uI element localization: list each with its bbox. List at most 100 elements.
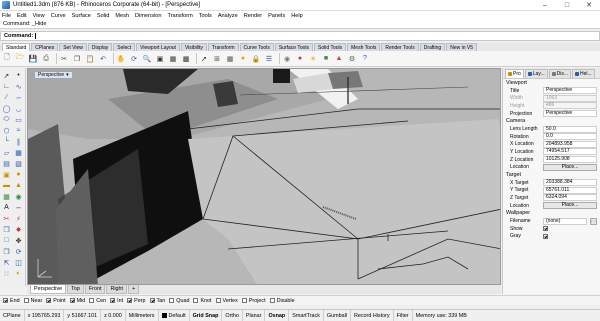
osnap-toggle[interactable]: Osnap: [265, 309, 290, 321]
sweep-icon[interactable]: ▧: [13, 158, 24, 169]
interpolate-curve-icon[interactable]: ∽: [13, 92, 24, 103]
wallpaper-show-checkbox[interactable]: [543, 226, 548, 232]
extrude-solid-icon[interactable]: ▲: [13, 180, 24, 191]
osnap-checkbox[interactable]: [23, 298, 29, 303]
freeform-curve-icon[interactable]: ≈: [13, 125, 24, 136]
layer-icon[interactable]: ☰: [264, 54, 274, 64]
menu-render[interactable]: Render: [244, 13, 262, 19]
tab-top[interactable]: Top: [67, 285, 84, 294]
menu-help[interactable]: Help: [291, 13, 303, 19]
render-icon[interactable]: ▲: [334, 54, 344, 64]
hide-object-icon[interactable]: ●: [238, 54, 248, 64]
menu-surface[interactable]: Surface: [72, 13, 91, 19]
shaded-sphere-icon[interactable]: ◉: [282, 54, 292, 64]
help-icon[interactable]: ?: [360, 54, 370, 64]
polyline-icon[interactable]: ∟: [1, 81, 12, 92]
tab-standard[interactable]: Standard: [2, 43, 31, 51]
mesh-icon[interactable]: ▦: [1, 191, 12, 202]
boolean-icon[interactable]: ◐: [13, 268, 24, 279]
tab-display[interactable]: Dis...: [548, 69, 572, 78]
tab-perspective[interactable]: Perspective: [30, 285, 67, 294]
osnap-disable[interactable]: Disable: [269, 298, 295, 304]
extrude-surface-icon[interactable]: ▦: [13, 147, 24, 158]
zoom-selected-icon[interactable]: ▩: [181, 54, 191, 64]
split-icon[interactable]: ⚡: [13, 213, 24, 224]
ellipse-icon[interactable]: ⬭: [1, 114, 12, 125]
osnap-checkbox[interactable]: [3, 298, 8, 303]
new-file-icon[interactable]: 🗋: [2, 54, 12, 64]
browse-file-button[interactable]: 🗁: [590, 217, 597, 225]
light-bulb-icon[interactable]: ☀: [308, 54, 318, 64]
menu-dimension[interactable]: Dimension: [135, 13, 161, 19]
rectangle-icon[interactable]: ▭: [13, 114, 24, 125]
grid-snap-toggle[interactable]: Grid Snap: [190, 309, 223, 321]
point-icon[interactable]: •: [13, 70, 24, 81]
curve-icon[interactable]: ∿: [13, 81, 24, 92]
command-input[interactable]: Command:: [0, 31, 600, 41]
array-icon[interactable]: ∷: [1, 268, 12, 279]
undo-icon[interactable]: ↶: [98, 54, 108, 64]
osnap-checkbox[interactable]: [241, 298, 247, 303]
arc-icon[interactable]: ◡: [13, 103, 24, 114]
osnap-mid[interactable]: Mid: [69, 298, 85, 304]
text-icon[interactable]: A: [1, 202, 12, 213]
tab-mesh-tools[interactable]: Mesh Tools: [347, 43, 381, 51]
osnap-checkbox[interactable]: [269, 298, 275, 303]
filter-toggle[interactable]: Filter: [394, 309, 413, 321]
wallpaper-gray-checkbox[interactable]: [543, 233, 548, 239]
sphere-solid-icon[interactable]: ●: [13, 169, 24, 180]
viewport-title-tab[interactable]: Perspective ▾: [34, 71, 73, 79]
select-arrow-icon[interactable]: ➚: [199, 54, 209, 64]
x-target-field[interactable]: 203388.384: [543, 179, 597, 187]
osnap-checkbox[interactable]: [193, 298, 199, 303]
smarttrack-toggle[interactable]: SmartTrack: [289, 309, 324, 321]
osnap-project[interactable]: Project: [241, 298, 266, 304]
current-layer[interactable]: Default: [159, 309, 190, 321]
zoom-icon[interactable]: 🔍: [142, 54, 152, 64]
osnap-perp[interactable]: Perp: [127, 298, 146, 304]
osnap-point[interactable]: Point: [46, 298, 66, 304]
surface-from-points-icon[interactable]: ▱: [1, 147, 12, 158]
rotate-icon[interactable]: ⟳: [13, 246, 24, 257]
perspective-viewport[interactable]: Perspective ▾: [27, 68, 501, 285]
tab-layers[interactable]: Lay...: [524, 69, 548, 78]
cplane-icon[interactable]: ▦: [225, 54, 235, 64]
menu-analyze[interactable]: Analyze: [218, 13, 238, 19]
menu-mesh[interactable]: Mesh: [115, 13, 129, 19]
menu-transform[interactable]: Transform: [167, 13, 192, 19]
mirror-icon[interactable]: ◫: [13, 257, 24, 268]
lens-length-field[interactable]: 50.0: [543, 125, 597, 133]
osnap-checkbox[interactable]: [89, 298, 95, 303]
maximize-icon[interactable]: □: [556, 0, 578, 11]
osnap-end[interactable]: End: [3, 298, 20, 304]
planar-toggle[interactable]: Planar: [243, 309, 266, 321]
menu-panels[interactable]: Panels: [268, 13, 285, 19]
menu-curve[interactable]: Curve: [51, 13, 66, 19]
x-location-field[interactable]: 204893.958: [543, 140, 597, 148]
offset-curve-icon[interactable]: ∥: [13, 136, 24, 147]
trim-icon[interactable]: ✂: [1, 213, 12, 224]
rotation-field[interactable]: 0.0: [543, 133, 597, 141]
cut-icon[interactable]: ✂: [59, 54, 69, 64]
osnap-checkbox[interactable]: [215, 298, 221, 303]
tab-render-tools[interactable]: Render Tools: [381, 43, 419, 51]
join-icon[interactable]: ❒: [1, 224, 12, 235]
explode-icon[interactable]: ✸: [13, 224, 24, 235]
loft-icon[interactable]: ▤: [1, 158, 12, 169]
zoom-extents-icon[interactable]: ▦: [168, 54, 178, 64]
four-views-icon[interactable]: ⊞: [212, 54, 222, 64]
pan-hand-icon[interactable]: ✋: [116, 54, 126, 64]
tab-set-view[interactable]: Set View: [59, 43, 87, 51]
osnap-vertex[interactable]: Vertex: [215, 298, 238, 304]
osnap-cen[interactable]: Cen: [89, 298, 106, 304]
box-solid-icon[interactable]: ▣: [1, 169, 12, 180]
record-history-toggle[interactable]: Record History: [351, 309, 394, 321]
circle-icon[interactable]: ◯: [1, 103, 12, 114]
menu-solid[interactable]: Solid: [97, 13, 109, 19]
tab-help[interactable]: Hel...: [572, 69, 595, 78]
tab-visibility[interactable]: Visibility: [180, 43, 207, 51]
tab-display[interactable]: Display: [87, 43, 113, 51]
line-icon[interactable]: ∕: [1, 92, 12, 103]
zoom-window-icon[interactable]: ▣: [155, 54, 165, 64]
tab-curve-tools[interactable]: Curve Tools: [239, 43, 274, 51]
